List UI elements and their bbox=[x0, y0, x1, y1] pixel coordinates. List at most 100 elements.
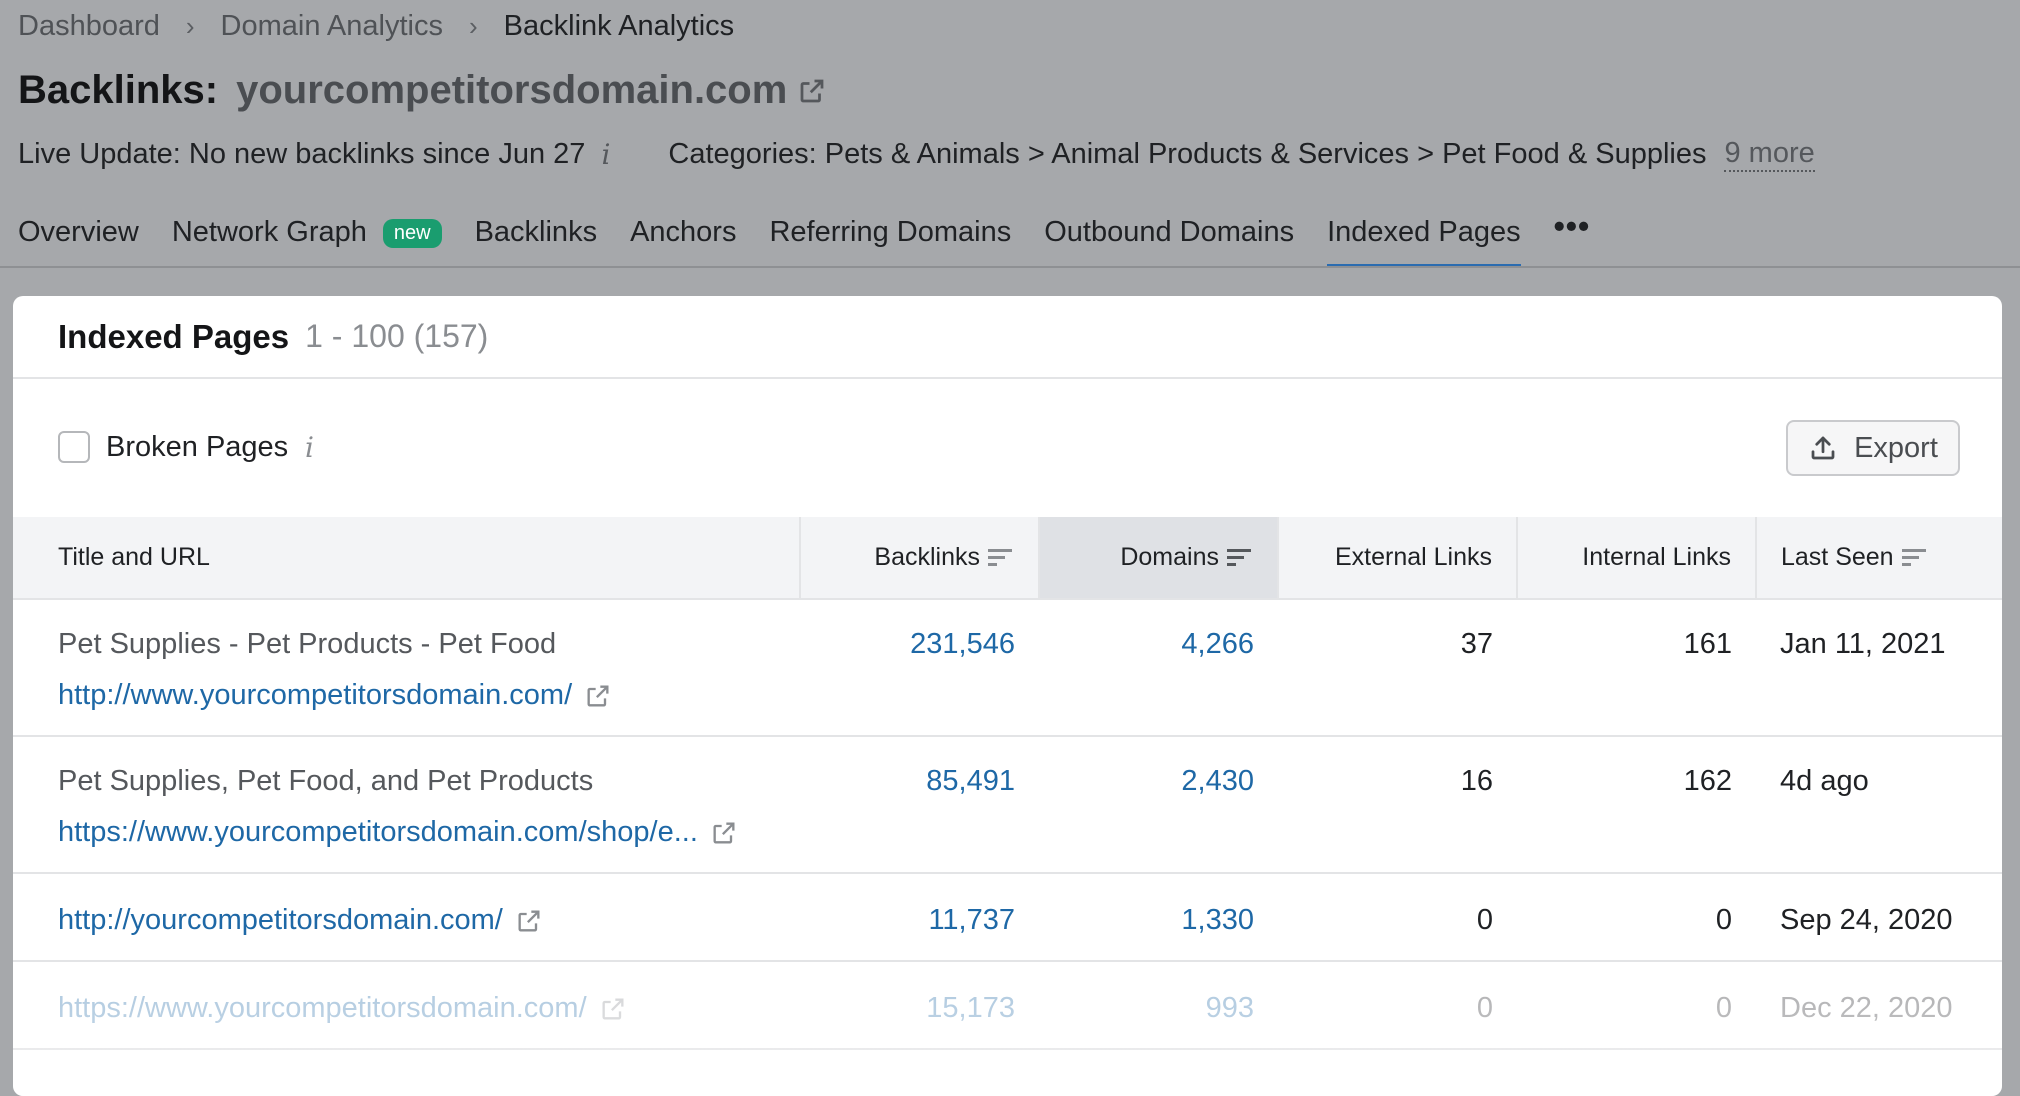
tab-label: Overview bbox=[18, 216, 139, 248]
url-text: https://www.yourcompetitorsdomain.com/ bbox=[58, 992, 587, 1024]
last-seen-cell: 4d ago bbox=[1756, 736, 2002, 874]
column-header-title-url: Title and URL bbox=[13, 517, 801, 600]
table-row: Pet Supplies, Pet Food, and Pet Products… bbox=[13, 736, 2002, 874]
domains-cell[interactable]: 2,430 bbox=[1039, 736, 1278, 874]
categories-text: Categories: Pets & Animals > Animal Prod… bbox=[668, 138, 1707, 171]
url-text: http://www.yourcompetitorsdomain.com/ bbox=[58, 679, 573, 711]
page-url-link[interactable]: http://yourcompetitorsdomain.com/ bbox=[58, 904, 543, 937]
chevron-right-icon: › bbox=[468, 11, 478, 41]
external-links-cell: 0 bbox=[1278, 873, 1517, 962]
page-url-link[interactable]: http://www.yourcompetitorsdomain.com/ bbox=[58, 679, 612, 712]
tab-bar: Overview Network Graph new Backlinks Anch… bbox=[18, 208, 1623, 268]
sort-icon[interactable] bbox=[1227, 547, 1253, 569]
domains-cell[interactable]: 4,266 bbox=[1039, 599, 1278, 737]
upload-icon bbox=[1811, 436, 1835, 460]
external-link-icon[interactable] bbox=[584, 682, 612, 710]
breadcrumb-dashboard[interactable]: Dashboard bbox=[18, 10, 160, 43]
backlinks-cell[interactable]: 11,737 bbox=[800, 873, 1039, 962]
column-label: Internal Links bbox=[1582, 543, 1731, 571]
result-range: 1 - 100 (157) bbox=[305, 318, 489, 354]
title-url-cell: https://www.yourcompetitorsdomain.com/ bbox=[13, 961, 800, 1050]
more-tabs-button[interactable]: ••• bbox=[1554, 208, 1591, 260]
export-button[interactable]: Export bbox=[1786, 420, 1960, 476]
sort-icon[interactable] bbox=[988, 547, 1014, 569]
tab-label: Outbound Domains bbox=[1044, 216, 1295, 248]
title-url-cell: Pet Supplies - Pet Products - Pet Food h… bbox=[13, 599, 800, 737]
tab-label: Anchors bbox=[630, 216, 737, 248]
internal-links-cell: 0 bbox=[1517, 873, 1756, 962]
page-title: Backlinks: yourcompetitorsdomain.com bbox=[18, 68, 827, 113]
title-url-cell: Pet Supplies, Pet Food, and Pet Products… bbox=[13, 736, 800, 874]
backlinks-cell[interactable]: 85,491 bbox=[800, 736, 1039, 874]
page-title-text: Pet Supplies, Pet Food, and Pet Products bbox=[58, 765, 594, 797]
table-row: https://www.yourcompetitorsdomain.com/ 1… bbox=[13, 961, 2002, 1050]
last-seen-cell: Sep 24, 2020 bbox=[1756, 873, 2002, 962]
column-label: Domains bbox=[1120, 543, 1219, 571]
external-links-cell: 37 bbox=[1278, 599, 1517, 737]
filter-bar: Broken Pages i Export bbox=[13, 379, 2002, 517]
table-row: Pet Supplies - Pet Products - Pet Food h… bbox=[13, 599, 2002, 737]
domain-meta: Live Update: No new backlinks since Jun … bbox=[18, 137, 1815, 172]
tab-backlinks[interactable]: Backlinks bbox=[475, 216, 598, 268]
page-title-domain[interactable]: yourcompetitorsdomain.com bbox=[236, 68, 787, 113]
column-label: Backlinks bbox=[874, 543, 980, 571]
domains-cell[interactable]: 993 bbox=[1039, 961, 1278, 1050]
column-label: Title and URL bbox=[58, 543, 210, 571]
column-label: Last Seen bbox=[1781, 543, 1894, 571]
indexed-pages-table: Title and URL Backlinks Domains External… bbox=[13, 517, 2002, 1050]
external-links-cell: 16 bbox=[1278, 736, 1517, 874]
card-title: Indexed Pages bbox=[58, 317, 290, 355]
info-icon[interactable]: i bbox=[305, 431, 314, 464]
tab-label: Referring Domains bbox=[769, 216, 1012, 248]
page-url-link[interactable]: https://www.yourcompetitorsdomain.com/ bbox=[58, 992, 627, 1025]
title-url-cell: http://yourcompetitorsdomain.com/ bbox=[13, 873, 800, 962]
domains-cell[interactable]: 1,330 bbox=[1039, 873, 1278, 962]
internal-links-cell: 0 bbox=[1517, 961, 1756, 1050]
column-header-internal-links: Internal Links bbox=[1517, 517, 1757, 600]
tab-label: Indexed Pages bbox=[1327, 216, 1521, 248]
external-link-icon[interactable] bbox=[599, 995, 627, 1023]
page-title-text: Pet Supplies - Pet Products - Pet Food bbox=[58, 628, 557, 660]
tab-anchors[interactable]: Anchors bbox=[630, 216, 736, 268]
sort-icon[interactable] bbox=[1901, 547, 1928, 569]
tab-outbound-domains[interactable]: Outbound Domains bbox=[1044, 216, 1294, 268]
page-header: Dashboard › Domain Analytics › Backlink … bbox=[0, 0, 2020, 268]
card-header: Indexed Pages 1 - 100 (157) bbox=[13, 296, 2002, 379]
breadcrumb: Dashboard › Domain Analytics › Backlink … bbox=[18, 10, 734, 43]
tab-referring-domains[interactable]: Referring Domains bbox=[769, 216, 1011, 268]
more-categories-link[interactable]: 9 more bbox=[1724, 137, 1815, 172]
url-text: https://www.yourcompetitorsdomain.com/sh… bbox=[58, 816, 698, 848]
tab-divider bbox=[0, 266, 2020, 268]
external-link-icon[interactable] bbox=[797, 76, 827, 106]
info-icon[interactable]: i bbox=[601, 138, 610, 171]
column-header-last-seen[interactable]: Last Seen bbox=[1756, 517, 2002, 600]
page-url-link[interactable]: https://www.yourcompetitorsdomain.com/sh… bbox=[58, 816, 738, 849]
column-label: External Links bbox=[1334, 543, 1492, 571]
page-title-label: Backlinks: bbox=[18, 68, 219, 112]
column-header-external-links: External Links bbox=[1278, 517, 1518, 600]
external-link-icon[interactable] bbox=[710, 819, 738, 847]
column-header-domains[interactable]: Domains bbox=[1039, 517, 1279, 600]
internal-links-cell: 161 bbox=[1517, 599, 1756, 737]
column-header-backlinks[interactable]: Backlinks bbox=[800, 517, 1040, 600]
backlinks-cell[interactable]: 15,173 bbox=[800, 961, 1039, 1050]
backlinks-cell[interactable]: 231,546 bbox=[800, 599, 1039, 737]
broken-pages-label[interactable]: Broken Pages bbox=[106, 431, 288, 464]
external-link-icon[interactable] bbox=[515, 907, 543, 935]
tab-label: Backlinks bbox=[474, 216, 598, 248]
tab-overview[interactable]: Overview bbox=[18, 216, 139, 268]
external-links-cell: 0 bbox=[1278, 961, 1517, 1050]
tab-label: Network Graph bbox=[171, 216, 367, 248]
last-seen-cell: Jan 11, 2021 bbox=[1756, 599, 2002, 737]
breadcrumb-backlink-analytics: Backlink Analytics bbox=[503, 10, 735, 42]
live-update-text: Live Update: No new backlinks since Jun … bbox=[18, 138, 586, 171]
table-row: http://yourcompetitorsdomain.com/ 11,737… bbox=[13, 873, 2002, 962]
chevron-right-icon: › bbox=[185, 11, 195, 41]
tab-indexed-pages[interactable]: Indexed Pages bbox=[1327, 216, 1522, 268]
tab-network-graph[interactable]: Network Graph new bbox=[172, 216, 442, 268]
internal-links-cell: 162 bbox=[1517, 736, 1756, 874]
url-text: http://yourcompetitorsdomain.com/ bbox=[58, 904, 503, 936]
table-header-row: Title and URL Backlinks Domains External… bbox=[13, 517, 2002, 600]
breadcrumb-domain-analytics[interactable]: Domain Analytics bbox=[221, 10, 443, 43]
broken-pages-checkbox[interactable] bbox=[58, 431, 90, 463]
